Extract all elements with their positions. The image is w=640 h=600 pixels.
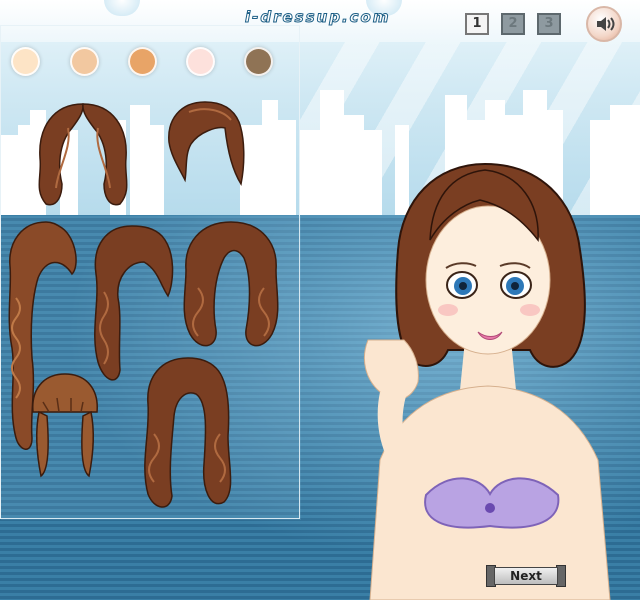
- page-3-button[interactable]: 3: [537, 13, 561, 35]
- skin-tone-swatch-1[interactable]: [11, 47, 40, 76]
- page-2-button[interactable]: 2: [501, 13, 525, 35]
- hairstyle-full-curls[interactable]: [178, 218, 284, 358]
- hairstyle-long-waves[interactable]: [136, 354, 240, 514]
- game-stage: i-dressup.com 1 2 3 Next: [0, 0, 640, 600]
- skin-tone-swatch-5[interactable]: [244, 47, 273, 76]
- site-logo[interactable]: i-dressup.com: [244, 8, 390, 27]
- dressup-model: [364, 162, 611, 600]
- ceiling-lamp: [104, 0, 140, 16]
- skin-tone-swatch-4[interactable]: [186, 47, 215, 76]
- next-button[interactable]: Next: [486, 565, 566, 587]
- skin-tone-swatch-2[interactable]: [70, 47, 99, 76]
- hairstyle-short-bob[interactable]: [165, 98, 245, 193]
- skin-tone-swatch-3[interactable]: [128, 47, 157, 76]
- speaker-icon: [597, 17, 615, 31]
- next-button-label: Next: [494, 567, 558, 585]
- hairstyle-bangs-ponytails[interactable]: [27, 372, 103, 478]
- hairstyle-long-wavy[interactable]: [28, 98, 138, 210]
- sound-toggle-button[interactable]: [586, 6, 622, 42]
- page-1-button[interactable]: 1: [465, 13, 489, 35]
